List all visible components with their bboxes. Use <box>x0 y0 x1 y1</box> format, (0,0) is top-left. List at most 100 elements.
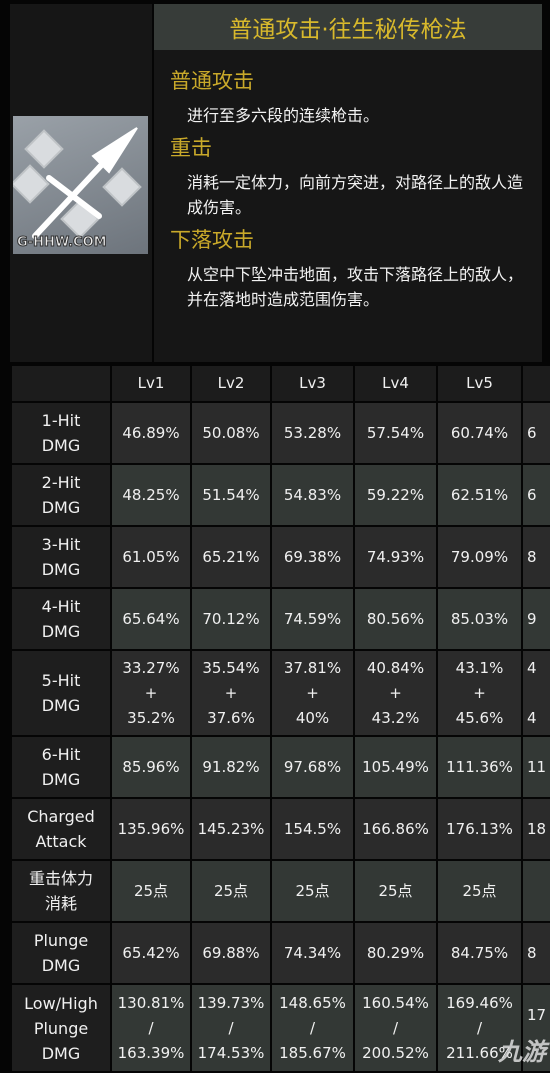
value-cell: 35.54% + 37.6% <box>190 649 272 737</box>
value-cell: 51.54% <box>190 463 272 527</box>
value-cell: 25点 <box>270 859 355 923</box>
value-cell: 25点 <box>110 859 192 923</box>
value-cell: 6 <box>521 401 550 465</box>
value-cell: 60.74% <box>436 401 523 465</box>
value-cell: 111.36% <box>436 735 523 799</box>
value-cell: 57.54% <box>353 401 438 465</box>
row-label: 重击体力 消耗 <box>10 859 112 923</box>
section-plunge-attack: 下落攻击 从空中下坠冲击地面，攻击下落路径上的敌人，并在落地时造成范围伤害。 <box>154 224 542 312</box>
row-label: 1-Hit DMG <box>10 401 112 465</box>
value-cell: 25点 <box>436 859 523 923</box>
value-cell: 4 4 <box>521 649 550 737</box>
value-cell: 84.75% <box>436 921 523 985</box>
value-cell: 53.28% <box>270 401 355 465</box>
value-cell: 25点 <box>353 859 438 923</box>
section-title: 下落攻击 <box>170 228 254 252</box>
value-cell: 6 <box>521 463 550 527</box>
spear-icon: G-HHW.COM <box>13 116 148 254</box>
value-cell: 59.22% <box>353 463 438 527</box>
table-row: 2-Hit DMG 48.25% 51.54% 54.83% 59.22% 62.51% 6 <box>10 463 550 527</box>
value-cell: 48.25% <box>110 463 192 527</box>
value-cell: 8 <box>521 525 550 589</box>
value-cell: 54.83% <box>270 463 355 527</box>
talent-header-panel: G-HHW.COM 普通攻击·往生秘传枪法 普通攻击 进行至多六段的连续枪击。 … <box>10 4 542 362</box>
value-cell: 69.88% <box>190 921 272 985</box>
section-title: 普通攻击 <box>170 69 254 93</box>
value-cell: 33.27% + 35.2% <box>110 649 192 737</box>
section-normal-attack: 普通攻击 进行至多六段的连续枪击。 <box>154 65 542 128</box>
value-cell: 105.49% <box>353 735 438 799</box>
row-label: 6-Hit DMG <box>10 735 112 799</box>
column-header: Lv3 <box>270 364 355 403</box>
value-cell: 85.96% <box>110 735 192 799</box>
value-cell: 97.68% <box>270 735 355 799</box>
value-cell: 80.56% <box>353 587 438 651</box>
row-label: Low/High Plunge DMG <box>10 983 112 1073</box>
value-cell: 74.93% <box>353 525 438 589</box>
table-row: 6-Hit DMG 85.96% 91.82% 97.68% 105.49% 111.36… <box>10 735 550 799</box>
value-cell: 70.12% <box>190 587 272 651</box>
table-row: Low/High Plunge DMG 130.81% / 163.39% 139.… <box>10 983 550 1073</box>
section-text: 消耗一定体力，向前方突进，对路径上的敌人造成伤害。 <box>187 173 524 217</box>
value-cell: 50.08% <box>190 401 272 465</box>
value-cell: 11 <box>521 735 550 799</box>
value-cell: 43.1% + 45.6% <box>436 649 523 737</box>
value-cell: 79.09% <box>436 525 523 589</box>
value-cell: 69.38% <box>270 525 355 589</box>
table-row: 5-Hit DMG 33.27% + 35.2% 35.54% + 37.6% 37.… <box>10 649 550 737</box>
row-label: 4-Hit DMG <box>10 587 112 651</box>
value-cell: 74.59% <box>270 587 355 651</box>
watermark-text: G-HHW.COM <box>17 235 108 251</box>
section-text: 从空中下坠冲击地面，攻击下落路径上的敌人，并在落地时造成范围伤害。 <box>187 265 524 309</box>
row-label: 5-Hit DMG <box>10 649 112 737</box>
column-header: Lv5 <box>436 364 523 403</box>
value-cell: 37.81% + 40% <box>270 649 355 737</box>
value-cell: 145.23% <box>190 797 272 861</box>
value-cell: 61.05% <box>110 525 192 589</box>
value-cell: 65.64% <box>110 587 192 651</box>
table-row: 4-Hit DMG 65.64% 70.12% 74.59% 80.56% 85.03% 9 <box>10 587 550 651</box>
column-header <box>521 364 550 403</box>
table-row: Plunge DMG 65.42% 69.88% 74.34% 80.29% 84.75%… <box>10 921 550 985</box>
column-header <box>10 364 112 403</box>
description-panel: 普通攻击·往生秘传枪法 普通攻击 进行至多六段的连续枪击。 重击 消耗一定体力，… <box>154 4 542 362</box>
value-cell: 65.21% <box>190 525 272 589</box>
table-row: 3-Hit DMG 61.05% 65.21% 69.38% 74.93% 79.09% 8 <box>10 525 550 589</box>
value-cell: 148.65% / 185.67% <box>270 983 355 1073</box>
value-cell: 160.54% / 200.52% <box>353 983 438 1073</box>
column-header: Lv2 <box>190 364 272 403</box>
value-cell: 65.42% <box>110 921 192 985</box>
table-row: 1-Hit DMG 46.89% 50.08% 53.28% 57.54% 60.74% 6 <box>10 401 550 465</box>
value-cell: 176.13% <box>436 797 523 861</box>
row-label: Charged Attack <box>10 797 112 861</box>
column-header: Lv1 <box>110 364 192 403</box>
value-cell: 91.82% <box>190 735 272 799</box>
row-label: 2-Hit DMG <box>10 463 112 527</box>
section-text: 进行至多六段的连续枪击。 <box>187 106 380 125</box>
value-cell: 166.86% <box>353 797 438 861</box>
talent-title: 普通攻击·往生秘传枪法 <box>154 4 542 50</box>
value-cell: 80.29% <box>353 921 438 985</box>
value-cell: 9 <box>521 587 550 651</box>
value-cell: 40.84% + 43.2% <box>353 649 438 737</box>
value-cell: 8 <box>521 921 550 985</box>
watermark-logo: 九游 <box>498 1038 546 1066</box>
table-header-row: Lv1 Lv2 Lv3 Lv4 Lv5 <box>10 364 550 403</box>
value-cell: 139.73% / 174.53% <box>190 983 272 1073</box>
value-cell: 135.96% <box>110 797 192 861</box>
table-row: 重击体力 消耗 25点 25点 25点 25点 25点 <box>10 859 550 923</box>
row-label: Plunge DMG <box>10 921 112 985</box>
row-label: 3-Hit DMG <box>10 525 112 589</box>
value-cell: 46.89% <box>110 401 192 465</box>
value-cell: 18 <box>521 797 550 861</box>
icon-column: G-HHW.COM <box>10 4 152 362</box>
talent-stats-table: Lv1 Lv2 Lv3 Lv4 Lv5 1-Hit DMG 46.89% 50.08% 53.… <box>10 364 550 1073</box>
section-title: 重击 <box>170 136 212 160</box>
value-cell: 130.81% / 163.39% <box>110 983 192 1073</box>
value-cell <box>521 859 550 923</box>
value-cell: 85.03% <box>436 587 523 651</box>
value-cell: 154.5% <box>270 797 355 861</box>
value-cell: 62.51% <box>436 463 523 527</box>
value-cell: 74.34% <box>270 921 355 985</box>
column-header: Lv4 <box>353 364 438 403</box>
